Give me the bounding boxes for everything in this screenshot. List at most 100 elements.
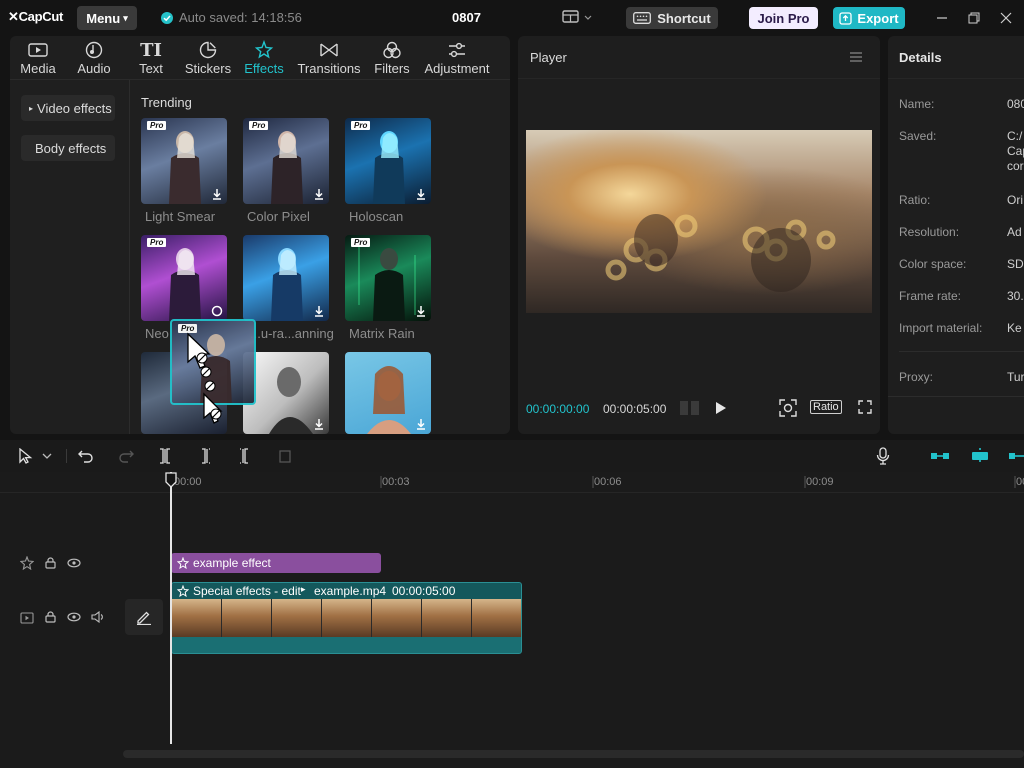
download-icon[interactable] bbox=[313, 188, 325, 200]
shortcut-button[interactable]: Shortcut bbox=[626, 7, 718, 29]
hamburger-icon[interactable] bbox=[849, 51, 863, 63]
detail-label: Frame rate: bbox=[899, 289, 962, 303]
detail-value: 080 bbox=[1007, 97, 1024, 111]
details-title: Details bbox=[899, 50, 942, 65]
timeline[interactable]: 00:00 00:03 00:06 00:09 00 example effec… bbox=[0, 472, 1024, 768]
download-icon[interactable] bbox=[313, 418, 325, 430]
split-icon[interactable] bbox=[158, 448, 172, 464]
fullscreen-icon[interactable] bbox=[858, 400, 872, 414]
timeline-toolbar bbox=[0, 440, 1024, 472]
effect-clip-icon bbox=[177, 557, 189, 569]
chevron-down-icon[interactable] bbox=[42, 452, 52, 460]
select-cursor-icon[interactable] bbox=[18, 448, 34, 464]
detail-label: Import material: bbox=[899, 321, 983, 335]
video-clip[interactable]: Special effects - edit ▸ example.mp4 00:… bbox=[171, 582, 522, 654]
video-preview[interactable] bbox=[526, 130, 872, 313]
effect-clip[interactable]: example effect bbox=[171, 553, 381, 573]
link-clips-icon[interactable] bbox=[930, 449, 950, 463]
caret-right-icon: ▸ bbox=[301, 584, 306, 594]
effect-thumb-neo[interactable]: Pro bbox=[141, 235, 227, 321]
divider bbox=[888, 78, 1024, 79]
frames-icon[interactable] bbox=[679, 400, 701, 416]
adjustment-icon bbox=[447, 39, 467, 61]
layout-icon[interactable] bbox=[562, 9, 592, 28]
video-track-icon bbox=[20, 612, 34, 624]
video-clip-duration: 00:00:05:00 bbox=[392, 584, 456, 598]
video-clip-name: example.mp4 bbox=[314, 584, 387, 598]
tab-stickers[interactable]: Stickers bbox=[182, 36, 234, 80]
sidebar-item-video-effects[interactable]: ▸ Video effects bbox=[21, 95, 115, 121]
effect-thumb-holoscan[interactable]: Pro bbox=[345, 118, 431, 204]
video-clip-header: Special effects - edit ▸ example.mp4 00:… bbox=[172, 583, 521, 599]
download-icon[interactable] bbox=[415, 188, 427, 200]
tab-adjustment[interactable]: Adjustment bbox=[422, 36, 492, 80]
detail-value: Ke bbox=[1007, 321, 1022, 335]
playhead-handle[interactable] bbox=[165, 472, 177, 488]
lock-icon[interactable] bbox=[45, 611, 56, 623]
microphone-icon[interactable] bbox=[876, 447, 890, 465]
time-ruler[interactable]: 00:00 00:03 00:06 00:09 00 bbox=[170, 472, 1024, 492]
tab-audio[interactable]: Audio bbox=[74, 36, 114, 80]
restore-icon[interactable] bbox=[966, 10, 982, 26]
divider bbox=[0, 492, 1024, 493]
export-button[interactable]: Export bbox=[833, 7, 905, 29]
play-icon[interactable] bbox=[715, 401, 727, 415]
drag-cursor-icon bbox=[187, 332, 223, 424]
media-icon bbox=[28, 39, 48, 61]
magnet-snap-icon[interactable] bbox=[970, 447, 990, 465]
minimize-icon[interactable] bbox=[934, 10, 950, 26]
player-title: Player bbox=[530, 50, 567, 65]
join-pro-button[interactable]: Join Pro bbox=[749, 7, 818, 29]
playhead[interactable] bbox=[170, 472, 172, 744]
eye-icon[interactable] bbox=[67, 558, 81, 568]
download-icon[interactable] bbox=[211, 188, 223, 200]
project-name: 0807 bbox=[452, 10, 481, 25]
cover-button[interactable] bbox=[125, 599, 163, 635]
ratio-button[interactable]: Ratio bbox=[810, 400, 842, 414]
details-panel: Details Name: 080 Saved: C:/ Cap cor Rat… bbox=[888, 36, 1024, 434]
tab-filters[interactable]: Filters bbox=[372, 36, 412, 80]
detail-value: SD bbox=[1007, 257, 1024, 271]
effect-applied-icon bbox=[177, 585, 189, 597]
keyboard-icon bbox=[633, 12, 652, 24]
download-icon[interactable] bbox=[415, 305, 427, 317]
timeline-scrollbar[interactable] bbox=[123, 750, 1024, 758]
tab-effects[interactable]: Effects bbox=[244, 36, 284, 80]
screenshot-icon[interactable] bbox=[779, 399, 797, 417]
autosave-text: Auto saved: 14:18:56 bbox=[179, 10, 302, 25]
video-frame-tile bbox=[272, 599, 322, 637]
filters-icon bbox=[382, 39, 402, 61]
menu-button[interactable]: Menu ▾ bbox=[77, 6, 137, 30]
detail-value: Ad bbox=[1007, 225, 1022, 239]
menu-label: Menu bbox=[86, 10, 121, 26]
audio-icon bbox=[85, 39, 103, 61]
volume-icon[interactable] bbox=[91, 611, 105, 623]
tab-transitions[interactable]: Transitions bbox=[297, 36, 361, 80]
sidebar-divider bbox=[129, 80, 130, 434]
video-clip-effect-label: Special effects - edit bbox=[193, 584, 301, 598]
preview-axis-icon[interactable] bbox=[1008, 449, 1024, 463]
delete-left-icon[interactable] bbox=[198, 448, 212, 464]
undo-icon[interactable] bbox=[78, 448, 94, 464]
chevron-down-icon: ▾ bbox=[123, 12, 128, 23]
delete-right-icon[interactable] bbox=[238, 448, 252, 464]
video-frame-tile bbox=[422, 599, 472, 637]
export-label: Export bbox=[857, 10, 899, 26]
effect-thumb-scanning[interactable] bbox=[243, 235, 329, 321]
lock-icon[interactable] bbox=[45, 557, 56, 569]
close-icon[interactable] bbox=[998, 10, 1014, 26]
effect-thumb-light-smear[interactable]: Pro bbox=[141, 118, 227, 204]
tab-text[interactable]: TI Text bbox=[136, 36, 166, 80]
effect-thumb[interactable] bbox=[345, 352, 431, 434]
download-icon[interactable] bbox=[313, 305, 325, 317]
detail-value: 30. bbox=[1007, 289, 1024, 303]
tab-media[interactable]: Media bbox=[18, 36, 58, 80]
pro-badge: Pro bbox=[147, 238, 167, 247]
ruler-ticks bbox=[380, 476, 1016, 488]
effect-thumb-matrix-rain[interactable]: Pro bbox=[345, 235, 431, 321]
eye-icon[interactable] bbox=[67, 612, 81, 622]
download-icon[interactable] bbox=[415, 418, 427, 430]
effect-thumb-color-pixel[interactable]: Pro bbox=[243, 118, 329, 204]
player-panel: Player 00:00:00:00 00:00:05:00 Ratio bbox=[518, 36, 880, 434]
sidebar-item-body-effects[interactable]: Body effects bbox=[21, 135, 115, 161]
